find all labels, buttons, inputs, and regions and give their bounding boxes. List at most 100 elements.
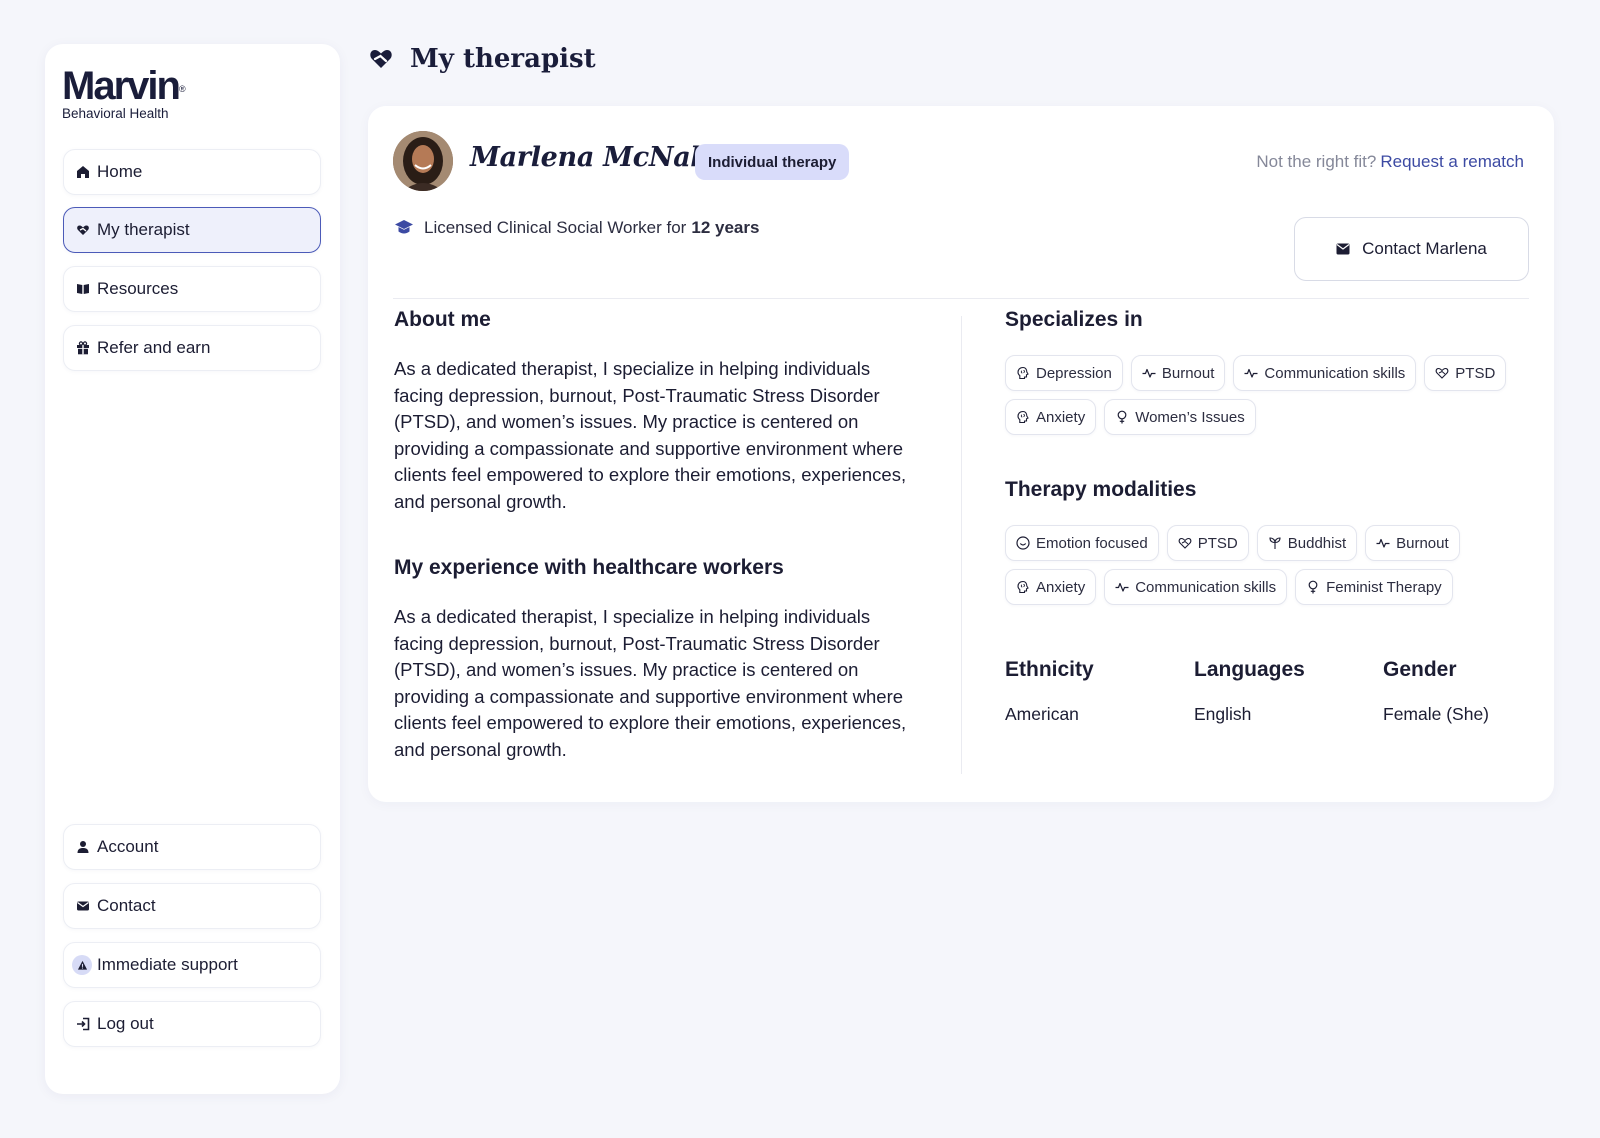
specializes-chips-row-2: Anxiety Women’s Issues bbox=[1005, 399, 1256, 435]
rematch-text: Not the right fit? bbox=[1256, 152, 1377, 171]
avatar bbox=[393, 131, 453, 191]
gender-value: Female (She) bbox=[1383, 704, 1490, 724]
contact-therapist-button[interactable]: Contact Marlena bbox=[1294, 217, 1529, 281]
chip-label: Anxiety bbox=[1036, 578, 1086, 596]
nav-item-label: Immediate support bbox=[97, 955, 238, 974]
about-heading: About me bbox=[394, 308, 491, 331]
brand-subtitle: Behavioral Health bbox=[62, 106, 169, 121]
chip-anxiety: Anxiety bbox=[1005, 399, 1097, 435]
chip-communication-skills: Communication skills bbox=[1104, 569, 1288, 605]
nav-item-contact[interactable]: Contact bbox=[63, 883, 321, 929]
brain-icon bbox=[1017, 580, 1029, 594]
pulse-icon bbox=[1244, 368, 1258, 378]
lotus-icon bbox=[1269, 537, 1281, 549]
modalities-heading: Therapy modalities bbox=[1005, 478, 1197, 501]
page-header: My therapist bbox=[368, 44, 596, 74]
brand-logo[interactable]: Marvin® Behavioral Health bbox=[62, 66, 186, 121]
chip-womens-issues: Women’s Issues bbox=[1104, 399, 1256, 435]
license-text: Licensed Clinical Social Worker for bbox=[424, 218, 687, 237]
chip-label: Communication skills bbox=[1264, 364, 1406, 382]
logout-icon bbox=[76, 1017, 90, 1031]
heart-hands-icon bbox=[76, 223, 90, 237]
chip-burnout: Burnout bbox=[1365, 525, 1460, 561]
heart-hands-icon bbox=[1178, 537, 1192, 549]
chip-anxiety: Anxiety bbox=[1005, 569, 1097, 605]
languages-block: Languages English bbox=[1194, 658, 1305, 725]
specializes-chips-row-1: Depression Burnout Communication skills … bbox=[1005, 355, 1507, 391]
experience-heading: My experience with healthcare workers bbox=[394, 556, 784, 579]
rematch-prompt: Not the right fit? Request a rematch bbox=[1256, 152, 1524, 172]
therapist-name: Marlena McNab bbox=[470, 142, 710, 173]
nav-item-label: Log out bbox=[97, 1014, 154, 1033]
about-text: As a dedicated therapist, I specialize i… bbox=[394, 358, 907, 512]
chip-label: Emotion focused bbox=[1036, 534, 1148, 552]
chip-label: Depression bbox=[1036, 364, 1112, 382]
modalities-chips-row-2: Anxiety Communication skills Feminist Th… bbox=[1005, 569, 1453, 605]
nav-item-immediate-support[interactable]: Immediate support bbox=[63, 942, 321, 988]
gender-label: Gender bbox=[1383, 658, 1457, 681]
nav-item-account[interactable]: Account bbox=[63, 824, 321, 870]
modalities-chips-row-1: Emotion focused PTSD Buddhist Burnout bbox=[1005, 525, 1460, 561]
ethnicity-block: Ethnicity American bbox=[1005, 658, 1094, 725]
graduation-cap-icon bbox=[395, 220, 413, 234]
female-icon bbox=[1308, 580, 1318, 594]
nav-item-label: Home bbox=[97, 162, 143, 181]
nav-item-my-therapist[interactable]: My therapist bbox=[63, 207, 321, 253]
pulse-icon bbox=[1115, 582, 1129, 592]
nav-item-resources[interactable]: Resources bbox=[63, 266, 321, 312]
ethnicity-label: Ethnicity bbox=[1005, 658, 1094, 681]
ethnicity-value: American bbox=[1005, 704, 1079, 724]
divider bbox=[393, 298, 1529, 299]
chip-label: PTSD bbox=[1455, 364, 1496, 382]
license-info: Licensed Clinical Social Worker for 12 ye… bbox=[394, 218, 759, 238]
brain-icon bbox=[1017, 366, 1029, 380]
chip-communication-skills: Communication skills bbox=[1233, 355, 1417, 391]
request-rematch-link[interactable]: Request a rematch bbox=[1380, 152, 1524, 171]
chip-buddhist: Buddhist bbox=[1256, 525, 1358, 561]
chip-feminist-therapy: Feminist Therapy bbox=[1295, 569, 1453, 605]
nav-item-label: Account bbox=[97, 837, 159, 856]
page-title: My therapist bbox=[410, 44, 596, 74]
chip-label: Feminist Therapy bbox=[1326, 578, 1442, 596]
languages-label: Languages bbox=[1194, 658, 1305, 681]
specializes-heading: Specializes in bbox=[1005, 308, 1143, 331]
nav-item-logout[interactable]: Log out bbox=[63, 1001, 321, 1047]
gift-icon bbox=[76, 341, 90, 355]
contact-button-label: Contact Marlena bbox=[1362, 239, 1487, 258]
chip-label: Burnout bbox=[1396, 534, 1449, 552]
nav-item-refer[interactable]: Refer and earn bbox=[63, 325, 321, 371]
gender-block: Gender Female (She) bbox=[1383, 658, 1489, 725]
chip-ptsd: PTSD bbox=[1424, 355, 1507, 391]
chip-ptsd: PTSD bbox=[1166, 525, 1249, 561]
brain-icon bbox=[1017, 410, 1029, 424]
nav-item-home[interactable]: Home bbox=[63, 149, 321, 195]
chip-label: Communication skills bbox=[1135, 578, 1277, 596]
brand-registered: ® bbox=[178, 84, 186, 94]
therapy-type-badge: Individual therapy bbox=[695, 144, 850, 180]
languages-value: English bbox=[1194, 704, 1252, 724]
home-icon bbox=[76, 165, 90, 179]
smile-icon bbox=[1016, 536, 1030, 550]
female-icon bbox=[1117, 410, 1127, 424]
chip-label: PTSD bbox=[1197, 534, 1238, 552]
chip-label: Women’s Issues bbox=[1135, 408, 1245, 426]
nav-item-label: Refer and earn bbox=[97, 338, 211, 357]
experience-text: As a dedicated therapist, I specialize i… bbox=[394, 606, 907, 760]
chip-emotion-focused: Emotion focused bbox=[1005, 525, 1159, 561]
license-years: 12 years bbox=[691, 218, 760, 237]
pulse-icon bbox=[1142, 368, 1156, 378]
mail-icon bbox=[1336, 243, 1350, 255]
chip-burnout: Burnout bbox=[1130, 355, 1226, 391]
chip-label: Burnout bbox=[1161, 364, 1215, 382]
warning-icon bbox=[72, 955, 92, 975]
user-icon bbox=[76, 840, 90, 854]
brand-name: Marvin bbox=[62, 64, 181, 108]
heart-hands-icon bbox=[1435, 367, 1449, 379]
chip-label: Anxiety bbox=[1036, 408, 1086, 426]
nav-item-label: Resources bbox=[97, 279, 179, 298]
pulse-icon bbox=[1376, 538, 1390, 548]
chip-depression: Depression bbox=[1005, 355, 1123, 391]
chip-label: Buddhist bbox=[1287, 534, 1347, 552]
heart-hands-icon bbox=[370, 50, 392, 68]
column-divider bbox=[961, 316, 962, 774]
